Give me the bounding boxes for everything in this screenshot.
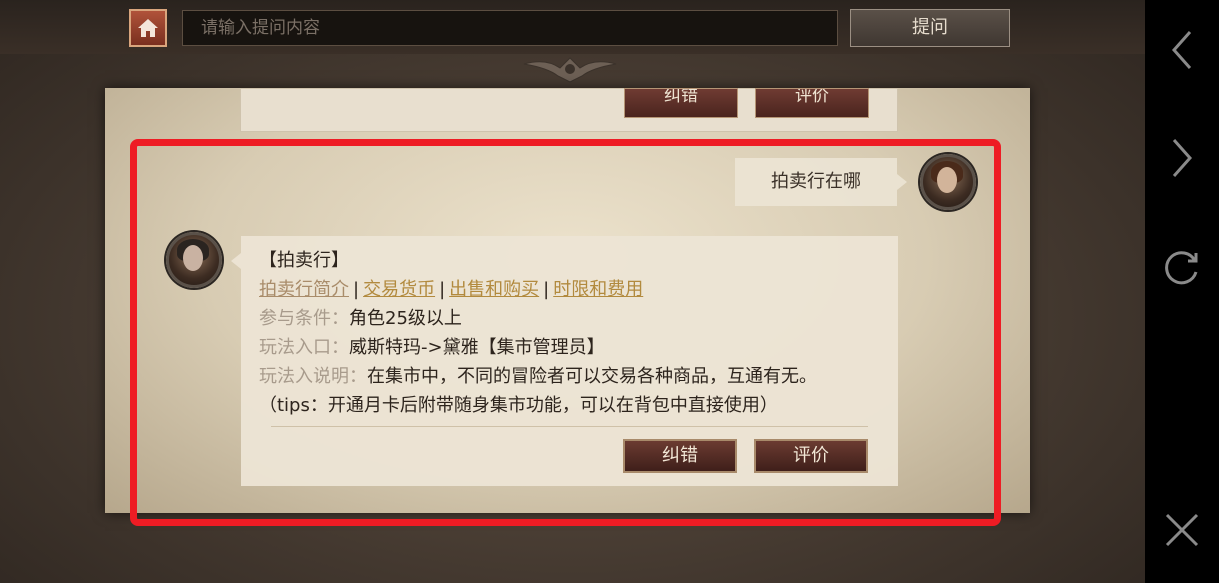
forward-icon <box>1172 139 1193 177</box>
refresh-button[interactable] <box>1159 245 1205 291</box>
previous-correct-button[interactable]: 纠错 <box>624 88 738 118</box>
refresh-icon <box>1165 251 1198 285</box>
browser-side-bar <box>1145 0 1219 583</box>
back-icon <box>1171 31 1192 69</box>
forward-button[interactable] <box>1159 135 1205 181</box>
previous-rate-button[interactable]: 评价 <box>755 88 869 118</box>
search-input[interactable] <box>201 11 819 45</box>
home-icon <box>138 19 158 37</box>
ornament-icon <box>523 57 617 83</box>
ask-button[interactable]: 提问 <box>850 9 1010 47</box>
home-button[interactable] <box>129 9 167 47</box>
back-button[interactable] <box>1159 27 1205 73</box>
close-button[interactable] <box>1159 507 1205 553</box>
close-icon <box>1165 513 1199 547</box>
search-field[interactable] <box>182 10 838 46</box>
highlight-box <box>130 139 1001 526</box>
